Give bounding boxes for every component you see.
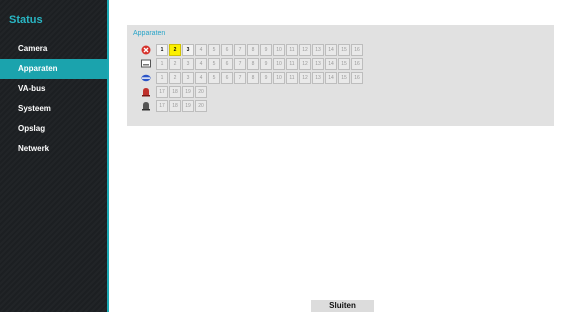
sidebar-item-camera[interactable]: Camera — [0, 39, 108, 59]
channel-cell: 16 — [351, 44, 363, 56]
channel-cell: 19 — [182, 100, 194, 112]
alarm-in-icon — [141, 87, 151, 97]
channel-cell: 20 — [195, 86, 207, 98]
channel-cell: 4 — [195, 72, 207, 84]
channel-cell: 7 — [234, 44, 246, 56]
channel-cell: 5 — [208, 58, 220, 70]
channel-cell: 1 — [156, 44, 168, 56]
channel-cell: 13 — [312, 58, 324, 70]
sidebar-item-va-bus[interactable]: VA-bus — [0, 79, 108, 99]
devices-panel: Apparaten 1 2 3 4 5 6 7 8 9 10 11 12 13 14 15 16 123456… — [127, 25, 554, 126]
channel-cell: 12 — [299, 58, 311, 70]
sidebar-item-apparaten[interactable]: Apparaten — [0, 59, 108, 79]
channel-cell: 11 — [286, 72, 298, 84]
channel-cell: 6 — [221, 72, 233, 84]
channel-cell: 10 — [273, 58, 285, 70]
channel-cell: 15 — [338, 44, 350, 56]
channel-cell: 14 — [325, 72, 337, 84]
channel-cell: 5 — [208, 72, 220, 84]
channel-cell: 4 — [195, 44, 207, 56]
sidebar-item-systeem[interactable]: Systeem — [0, 99, 108, 119]
channel-cell: 3 — [182, 44, 194, 56]
channel-cell: 1 — [156, 72, 168, 84]
sidebar: Status Camera Apparaten VA-bus Systeem O… — [0, 0, 108, 312]
channel-cell: 13 — [312, 72, 324, 84]
channel-cell: 16 — [351, 58, 363, 70]
device-row-alarm-error: 1 2 3 4 5 6 7 8 9 10 11 12 13 14 15 16 — [141, 44, 364, 56]
device-row-monitor: 1 2 3 4 5 6 7 8 9 10 11 12 13 14 15 16 — [141, 58, 364, 70]
channel-cell: 9 — [260, 58, 272, 70]
sidebar-item-opslag[interactable]: Opslag — [0, 119, 108, 139]
channel-cell: 4 — [195, 58, 207, 70]
channel-cell: 19 — [182, 86, 194, 98]
channel-cell: 8 — [247, 44, 259, 56]
channel-cell: 2 — [169, 58, 181, 70]
channel-cell: 3 — [182, 72, 194, 84]
channel-cell: 11 — [286, 58, 298, 70]
channel-cell: 12 — [299, 44, 311, 56]
channel-cell: 14 — [325, 44, 337, 56]
channel-cell: 13 — [312, 44, 324, 56]
channel-cell: 15 — [338, 58, 350, 70]
channel-cell: 6 — [221, 44, 233, 56]
channel-cell: 18 — [169, 86, 181, 98]
channel-cell: 12 — [299, 72, 311, 84]
channel-cell: 1 — [156, 58, 168, 70]
channel-cell: 17 — [156, 86, 168, 98]
sidebar-divider — [107, 0, 109, 312]
channel-cell: 6 — [221, 58, 233, 70]
channel-cell: 15 — [338, 72, 350, 84]
channel-cell: 5 — [208, 44, 220, 56]
channel-cell: 16 — [351, 72, 363, 84]
sidebar-title: Status — [9, 14, 43, 26]
channel-cell: 14 — [325, 58, 337, 70]
sidebar-item-netwerk[interactable]: Netwerk — [0, 139, 108, 159]
panel-title: Apparaten — [133, 30, 166, 37]
channel-cell: 10 — [273, 44, 285, 56]
channel-cell: 17 — [156, 100, 168, 112]
alarm-error-icon — [141, 45, 151, 55]
channel-cell: 8 — [247, 58, 259, 70]
channel-cell: 2 — [169, 72, 181, 84]
channel-cell: 7 — [234, 72, 246, 84]
channel-cell: 10 — [273, 72, 285, 84]
device-row-ptz-camera: 1 2 3 4 5 6 7 8 9 10 11 12 13 14 15 16 — [141, 72, 364, 84]
device-row-alarm-out: 17 18 19 20 — [141, 100, 208, 112]
channel-cell: 18 — [169, 100, 181, 112]
channel-cell: 9 — [260, 44, 272, 56]
channel-cell: 2 — [169, 44, 181, 56]
device-row-alarm-in: 17 18 19 20 — [141, 86, 208, 98]
ptz-camera-icon — [141, 73, 151, 83]
monitor-icon — [141, 59, 151, 69]
channel-cell: 7 — [234, 58, 246, 70]
channel-cell: 11 — [286, 44, 298, 56]
channel-cell: 8 — [247, 72, 259, 84]
channel-cell: 20 — [195, 100, 207, 112]
alarm-out-icon — [141, 101, 151, 111]
channel-cell: 3 — [182, 58, 194, 70]
channel-cell: 9 — [260, 72, 272, 84]
close-button[interactable]: Sluiten — [311, 300, 374, 312]
